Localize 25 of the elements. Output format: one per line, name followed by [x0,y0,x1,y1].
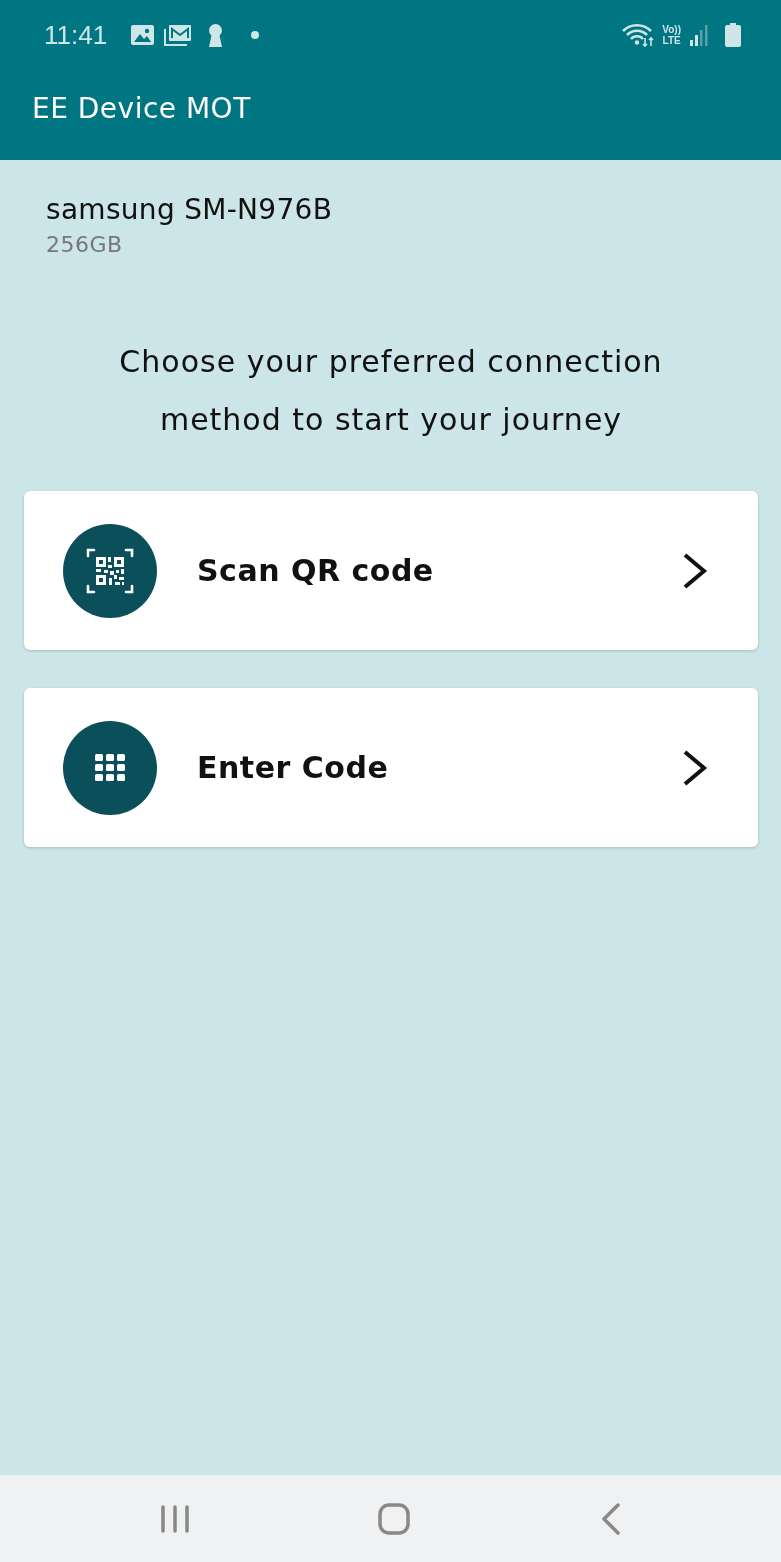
connection-option-button[interactable]: Enter Code [24,688,758,847]
back-button[interactable] [600,1502,622,1535]
instruction-text: Choose your preferred connection method to start your journey [118,343,664,439]
recent-apps-button[interactable] [160,1503,190,1534]
keypad-icon [63,720,157,815]
chevron-right-icon [682,749,708,786]
wifi-icon [622,23,655,47]
qr-code-icon [63,523,157,618]
battery-icon [725,23,741,47]
back-icon [600,1502,622,1535]
device-storage: 256GB [46,231,124,259]
mail-icon [164,24,193,46]
chevron-right-icon [682,552,708,589]
volte-indicator: Vo)) LTE [662,24,681,46]
status-time: 11:41 [44,19,108,51]
device-model: samsung SM-N976B [46,192,334,228]
recent-apps-icon [160,1503,190,1534]
connection-option-button[interactable]: Scan QR code [24,491,758,650]
dot-icon [251,31,260,39]
image-icon [131,25,155,45]
app-title: EE Device MOT [32,91,251,125]
signal-icon [689,24,709,46]
keyhole-icon [208,23,224,47]
home-button[interactable] [378,1502,410,1535]
home-icon [378,1502,410,1535]
